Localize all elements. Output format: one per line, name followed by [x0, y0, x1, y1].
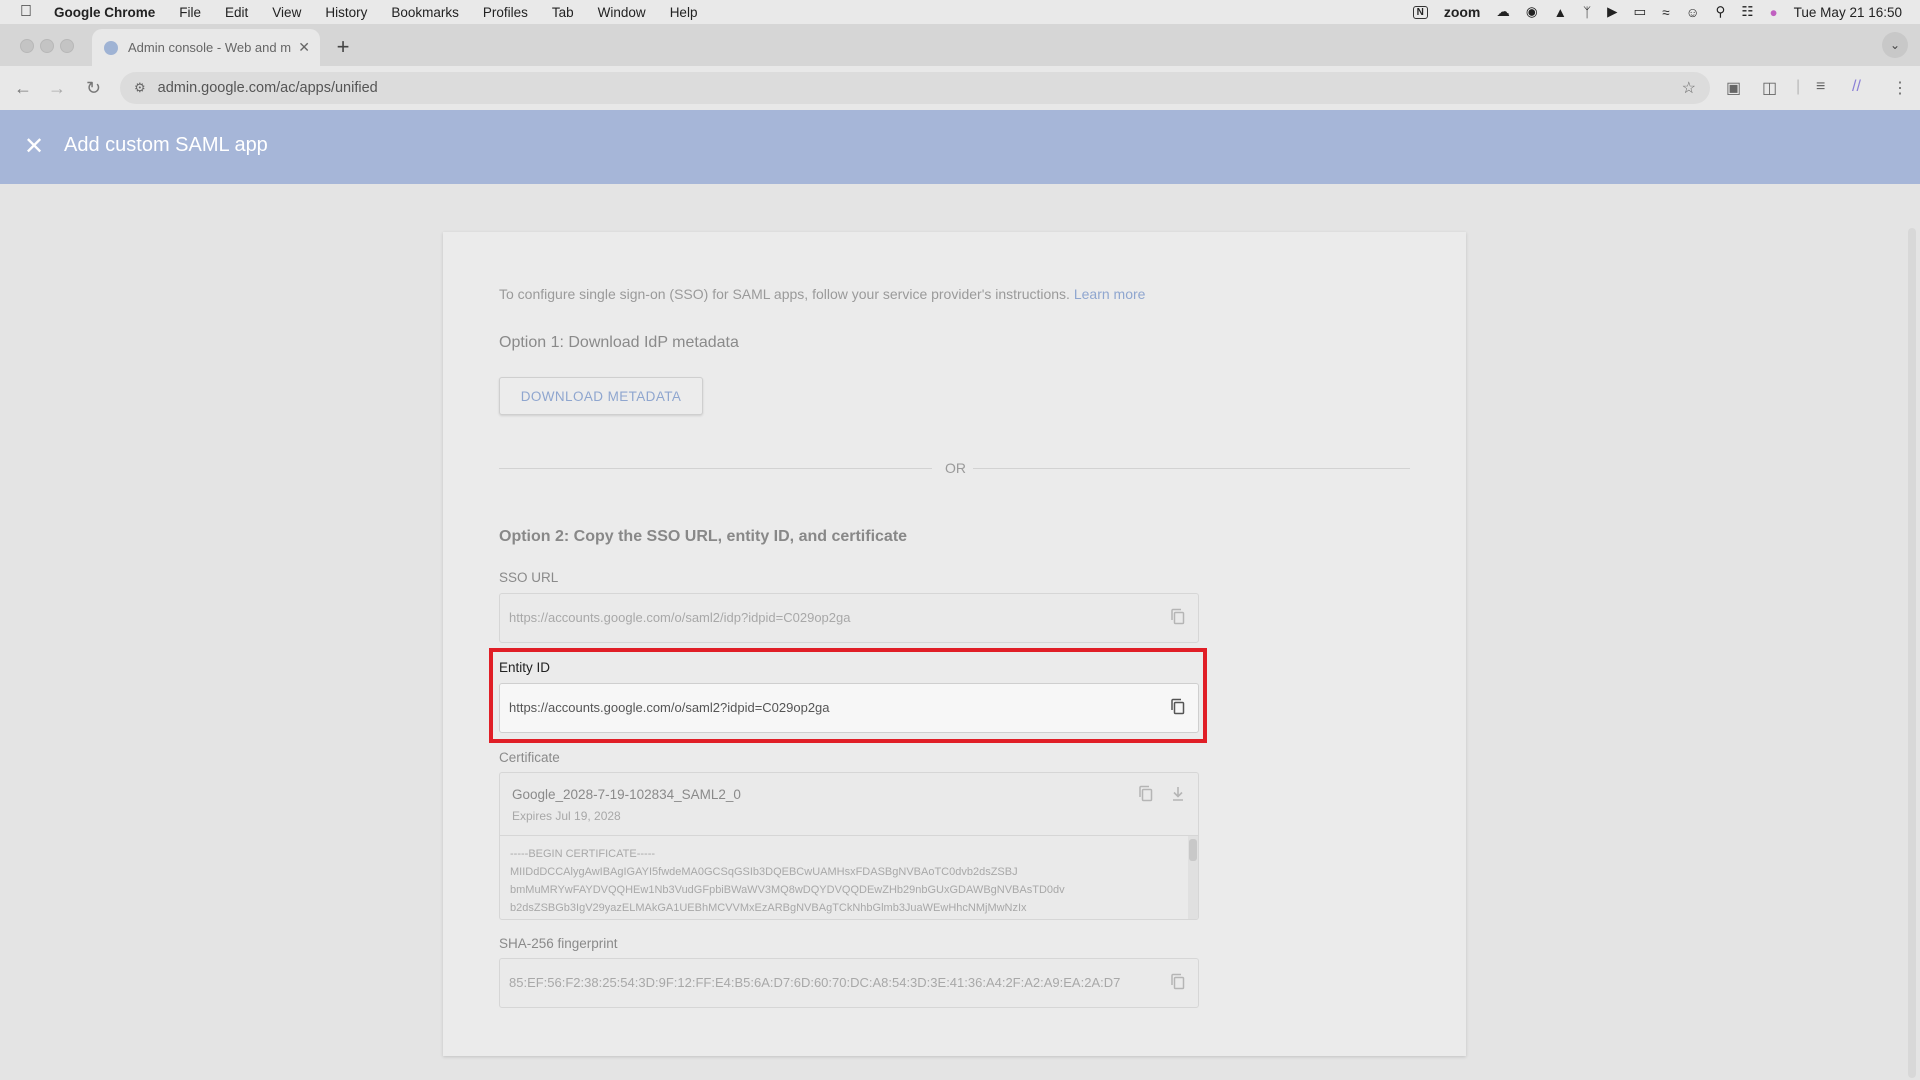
wifi-icon[interactable]: ≈: [1662, 5, 1669, 20]
profile-extension-icon[interactable]: //: [1852, 78, 1861, 96]
intro-sentence: To configure single sign-on (SSO) for SA…: [499, 286, 1070, 302]
new-tab-button[interactable]: +: [330, 34, 356, 60]
mac-menubar:  Google Chrome File Edit View History B…: [0, 0, 1920, 24]
download-certificate-icon[interactable]: [1170, 785, 1186, 803]
spotlight-icon[interactable]: ⚲: [1716, 4, 1726, 20]
reload-icon[interactable]: ↻: [86, 78, 101, 99]
window-close-button[interactable]: [20, 39, 34, 53]
chrome-menu-icon[interactable]: ⋮: [1892, 78, 1908, 98]
certificate-expiry: Expires Jul 19, 2028: [512, 809, 621, 823]
download-metadata-button[interactable]: DOWNLOAD METADATA: [499, 377, 703, 415]
learn-more-link[interactable]: Learn more: [1074, 286, 1146, 302]
or-separator: OR: [945, 460, 966, 476]
option1-title: Option 1: Download IdP metadata: [499, 334, 739, 351]
sha256-field[interactable]: 85:EF:56:F2:38:25:54:3D:9F:12:FF:E4:B5:6…: [499, 958, 1199, 1008]
copy-sha256-icon[interactable]: [1170, 973, 1186, 991]
certificate-scrollbar-thumb[interactable]: [1189, 839, 1197, 861]
menu-edit[interactable]: Edit: [225, 5, 248, 20]
certificate-label: Certificate: [499, 750, 560, 765]
sha256-value: 85:EF:56:F2:38:25:54:3D:9F:12:FF:E4:B5:6…: [509, 975, 1121, 990]
tab-search-button[interactable]: ⌄: [1882, 32, 1908, 58]
tab-title: Admin console - Web and m: [128, 40, 292, 55]
control-center-icon[interactable]: ☷: [1741, 4, 1753, 20]
menu-history[interactable]: History: [325, 5, 367, 20]
close-icon[interactable]: ✕: [24, 134, 44, 160]
extension-icon[interactable]: ▣: [1726, 78, 1741, 98]
intro-text: To configure single sign-on (SSO) for SA…: [499, 286, 1145, 302]
certificate-text[interactable]: -----BEGIN CERTIFICATE----- MIIDdDCCAlyg…: [510, 845, 1065, 917]
menu-profiles[interactable]: Profiles: [483, 5, 528, 20]
play-icon[interactable]: ▶: [1607, 4, 1617, 20]
zoom-status[interactable]: zoom: [1444, 4, 1481, 20]
sso-url-label: SSO URL: [499, 570, 559, 585]
tab-close-icon[interactable]: ✕: [298, 39, 310, 56]
browser-toolbar: ← → ↻ ⚙ admin.google.com/ac/apps/unified…: [0, 66, 1920, 110]
copy-sso-url-icon[interactable]: [1170, 608, 1186, 626]
tab-strip: Admin console - Web and m ✕ + ⌄: [0, 24, 1920, 66]
option2-title: Option 2: Copy the SSO URL, entity ID, a…: [499, 528, 908, 545]
site-info-icon[interactable]: ⚙: [134, 80, 146, 96]
back-icon[interactable]: ←: [14, 78, 32, 99]
favicon-icon: [104, 40, 118, 55]
forward-icon[interactable]: →: [48, 78, 66, 99]
sso-url-field[interactable]: https://accounts.google.com/o/saml2/idp?…: [499, 593, 1199, 643]
saml-config-card: To configure single sign-on (SSO) for SA…: [443, 232, 1466, 1056]
entity-id-highlight: [489, 648, 1207, 743]
menu-help[interactable]: Help: [670, 5, 698, 20]
page-header: ✕ Add custom SAML app: [0, 110, 1920, 184]
certificate-name: Google_2028-7-19-102834_SAML2_0: [512, 787, 741, 802]
or-divider-right: [973, 468, 1410, 469]
bluetooth-icon[interactable]: ᛉ: [1583, 5, 1591, 20]
browser-tab[interactable]: Admin console - Web and m ✕: [92, 29, 320, 66]
copy-certificate-icon[interactable]: [1138, 785, 1154, 803]
menu-file[interactable]: File: [179, 5, 201, 20]
drive-icon[interactable]: ▲: [1554, 5, 1567, 20]
battery-icon[interactable]: ▭: [1634, 4, 1647, 20]
certificate-divider: [500, 835, 1198, 836]
menu-tab[interactable]: Tab: [552, 5, 574, 20]
certificate-box: Google_2028-7-19-102834_SAML2_0 Expires …: [499, 772, 1199, 920]
menu-window[interactable]: Window: [598, 5, 646, 20]
record-icon[interactable]: ◉: [1526, 4, 1538, 20]
clock[interactable]: Tue May 21 16:50: [1794, 5, 1902, 20]
user-icon[interactable]: ☺: [1686, 5, 1700, 20]
page-title: Add custom SAML app: [64, 134, 268, 156]
menu-view[interactable]: View: [272, 5, 301, 20]
menu-bookmarks[interactable]: Bookmarks: [391, 5, 459, 20]
menu-app-name[interactable]: Google Chrome: [54, 5, 155, 20]
sso-url-value: https://accounts.google.com/o/saml2/idp?…: [509, 610, 851, 625]
url-text: admin.google.com/ac/apps/unified: [157, 80, 378, 96]
address-bar[interactable]: ⚙ admin.google.com/ac/apps/unified ☆: [120, 72, 1710, 104]
siri-icon[interactable]: ●: [1770, 5, 1778, 20]
reading-list-icon[interactable]: ≡: [1816, 78, 1825, 96]
toolbar-divider: |: [1796, 78, 1801, 95]
or-divider-left: [499, 468, 932, 469]
window-minimize-button[interactable]: [40, 39, 54, 53]
cloud-icon[interactable]: ☁: [1496, 4, 1510, 20]
page-scrollbar[interactable]: [1908, 228, 1916, 1078]
window-zoom-button[interactable]: [60, 39, 74, 53]
sha256-label: SHA-256 fingerprint: [499, 936, 618, 951]
notion-icon[interactable]: N: [1412, 5, 1428, 19]
extensions-puzzle-icon[interactable]: ◫: [1762, 78, 1777, 98]
bookmark-star-icon[interactable]: ☆: [1682, 78, 1696, 98]
apple-icon[interactable]: : [20, 3, 32, 21]
